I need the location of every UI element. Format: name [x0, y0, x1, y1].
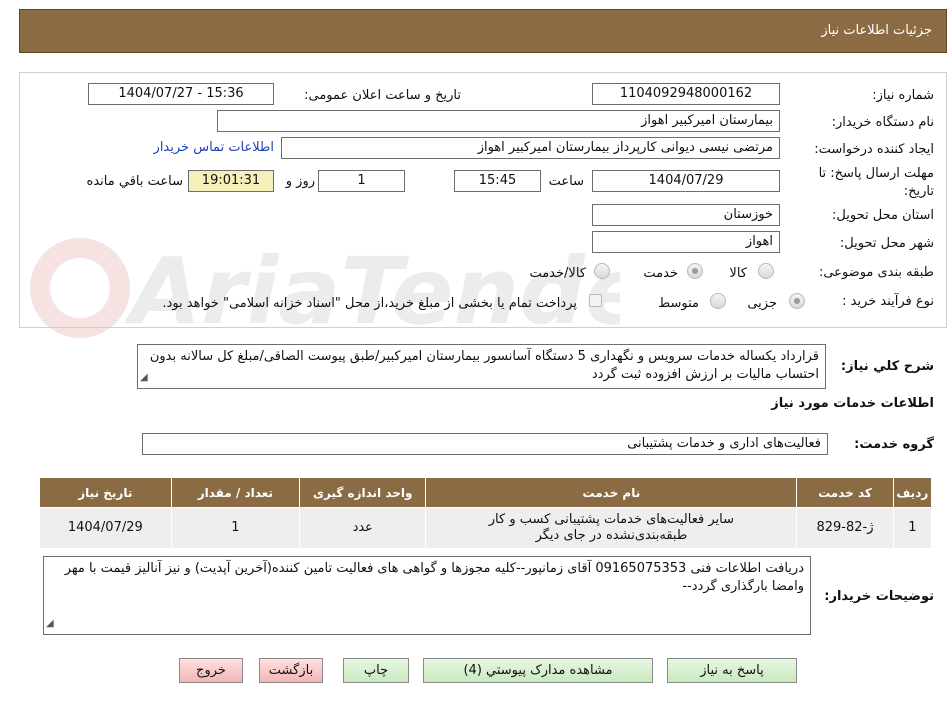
cell-qty: 1 — [170, 507, 301, 549]
buyer-notes-textarea: دریافت اطلاعات فنی 09165075353 آقای زمان… — [43, 556, 811, 635]
service-group-label: گروه خدمت: — [854, 437, 934, 452]
table-row: 1 ژ-82-829 سایر فعالیت‌های خدمات پشتیبان… — [39, 507, 933, 549]
reply-button[interactable]: پاسخ به نیاز — [667, 658, 797, 683]
announce-datetime-label: تاریخ و ساعت اعلان عمومی: — [304, 88, 461, 103]
need-number-field: 1104092948000162 — [592, 83, 780, 105]
services-table: ردیف کد خدمت نام خدمت واحد اندازه گیری ت… — [39, 477, 933, 549]
col-qty-header: تعداد / مقدار — [170, 477, 301, 508]
requester-label: ایجاد کننده درخواست: — [814, 142, 934, 157]
treasury-payment-note: پرداخت تمام یا بخشی از مبلغ خرید،از محل … — [162, 296, 577, 311]
category-service-radio[interactable] — [687, 263, 703, 279]
col-row-header: ردیف — [892, 477, 933, 508]
cell-unit: عدد — [299, 507, 427, 549]
description-textarea: قرارداد یکساله خدمات سرویس و نگهداری 5 د… — [137, 344, 826, 389]
requester-field: مرتضی نیسی دیوانی کارپرداز بیمارستان امی… — [281, 137, 780, 159]
category-goods-radio[interactable] — [758, 263, 774, 279]
cell-name: سایر فعالیت‌های خدمات پشتیبانی کسب و کار… — [425, 507, 798, 549]
announce-datetime-field: 1404/07/27 - 15:36 — [88, 83, 274, 105]
page-title: جزئیات اطلاعات نیاز — [821, 23, 932, 38]
deadline-label-date: تاریخ: — [903, 184, 934, 199]
category-goods-label: کالا — [729, 266, 747, 281]
col-name-header: نام خدمت — [425, 477, 798, 508]
process-type-label: نوع فرآیند خرید : — [842, 294, 934, 309]
province-label: استان محل تحویل: — [832, 208, 934, 223]
service-group-field: فعالیت‌های اداری و خدمات پشتیبانی — [142, 433, 828, 455]
buyer-notes-label: توضیحات خریدار: — [824, 589, 934, 604]
buyer-notes-text: دریافت اطلاعات فنی 09165075353 آقای زمان… — [64, 561, 804, 594]
city-label: شهر محل تحویل: — [839, 236, 934, 251]
deadline-time-label: ساعت — [548, 174, 584, 189]
resize-grip-icon[interactable]: ◢ — [46, 615, 54, 633]
contact-buyer-link[interactable]: اطلاعات تماس خریدار — [154, 140, 274, 155]
col-date-header: تاریخ نیاز — [39, 477, 172, 508]
description-label: شرح کلي نياز: — [840, 359, 934, 374]
description-text: قرارداد یکساله خدمات سرویس و نگهداری 5 د… — [149, 349, 819, 382]
services-info-title: اطلاعات خدمات مورد نیاز — [771, 396, 934, 411]
category-label: طبقه بندی موضوعی: — [818, 265, 934, 280]
cell-date: 1404/07/29 — [39, 507, 172, 549]
deadline-time-field: 15:45 — [454, 170, 541, 192]
exit-button[interactable]: خروج — [179, 658, 243, 683]
remaining-label: ساعت باقي مانده — [86, 174, 183, 189]
col-code-header: کد خدمت — [796, 477, 894, 508]
category-goods-service-label: کالا/خدمت — [529, 266, 586, 281]
page-header: جزئیات اطلاعات نیاز — [19, 9, 947, 53]
process-medium-label: متوسط — [658, 296, 699, 311]
view-attachments-button[interactable]: مشاهده مدارک پیوستي (4) — [423, 658, 653, 683]
process-small-radio[interactable] — [789, 293, 805, 309]
days-field: 1 — [318, 170, 405, 192]
province-field: خوزستان — [592, 204, 780, 226]
days-label: روز و — [285, 174, 315, 189]
process-small-label: جزیی — [747, 296, 777, 311]
resize-grip-icon[interactable]: ◢ — [140, 369, 148, 387]
deadline-date-field: 1404/07/29 — [592, 170, 780, 192]
category-service-label: خدمت — [643, 266, 678, 281]
cell-row: 1 — [892, 507, 933, 549]
treasury-payment-checkbox[interactable] — [589, 294, 602, 307]
buyer-org-label: نام دستگاه خریدار: — [831, 115, 934, 130]
col-unit-header: واحد اندازه گیری — [299, 477, 427, 508]
cell-code: ژ-82-829 — [796, 507, 894, 549]
print-button[interactable]: چاپ — [343, 658, 409, 683]
category-goods-service-radio[interactable] — [594, 263, 610, 279]
back-button[interactable]: بازگشت — [259, 658, 323, 683]
need-number-label: شماره نیاز: — [872, 88, 934, 103]
city-field: اهواز — [592, 231, 780, 253]
deadline-label: مهلت ارسال پاسخ: تا — [818, 166, 934, 181]
buyer-org-field: بیمارستان امیرکبیر اهواز — [217, 110, 780, 132]
remaining-time-field: 19:01:31 — [188, 170, 274, 192]
process-medium-radio[interactable] — [710, 293, 726, 309]
table-header-row: ردیف کد خدمت نام خدمت واحد اندازه گیری ت… — [39, 477, 933, 508]
